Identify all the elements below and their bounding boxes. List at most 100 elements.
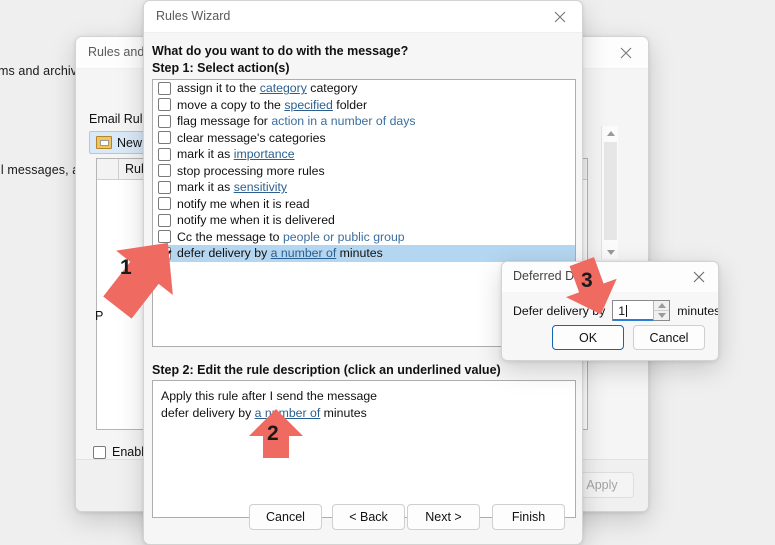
- rule-description-line-2-after: minutes: [320, 406, 367, 420]
- cancel-button[interactable]: Cancel: [633, 325, 705, 350]
- rules-wizard-footer: Cancel < Back Next > Finish: [144, 496, 582, 544]
- wizard-step2-label: Step 2: Edit the rule description (click…: [152, 363, 501, 377]
- action-checkbox[interactable]: [158, 213, 171, 227]
- deferred-delivery-buttons: OK Cancel: [502, 325, 718, 351]
- action-label-before: clear message's categories: [177, 130, 326, 145]
- action-label: Cc the message to people or public group: [177, 230, 405, 244]
- action-checkbox[interactable]: [158, 246, 171, 260]
- action-label: flag message for action in a number of d…: [177, 114, 416, 128]
- action-checkbox[interactable]: [158, 98, 171, 112]
- action-row[interactable]: Cc the message to people or public group: [153, 229, 575, 246]
- action-checkbox[interactable]: [158, 197, 171, 211]
- stepper-buttons[interactable]: [653, 301, 670, 320]
- scrollbar-thumb[interactable]: [604, 142, 617, 240]
- action-checkbox[interactable]: [158, 114, 171, 128]
- action-label-after: folder: [332, 97, 368, 112]
- action-row[interactable]: defer delivery by a number of minutes: [153, 245, 575, 262]
- action-value-link[interactable]: specified: [284, 98, 333, 112]
- back-button[interactable]: < Back: [332, 504, 405, 530]
- deferred-delivery-titlebar: Deferred D: [502, 262, 718, 292]
- partial-label-p: P: [95, 309, 104, 323]
- deferred-delivery-body: Defer delivery by 1 minutes OK Cancel: [502, 292, 718, 360]
- action-checkbox[interactable]: [158, 230, 171, 244]
- rules-list-header-checkbox-column: [97, 159, 119, 179]
- triangle-up-icon[interactable]: [602, 126, 619, 140]
- rule-description-line-1: Apply this rule after I send the message: [161, 389, 377, 403]
- action-label: notify me when it is read: [177, 197, 310, 211]
- spinner-down-icon[interactable]: [654, 311, 669, 320]
- action-label: notify me when it is delivered: [177, 213, 335, 227]
- action-label: defer delivery by a number of minutes: [177, 246, 383, 260]
- action-label-before: notify me when it is delivered: [177, 213, 335, 228]
- action-value-link[interactable]: importance: [234, 147, 295, 161]
- rules-wizard-title: Rules Wizard: [156, 9, 231, 23]
- action-label-before: assign it to the: [177, 81, 260, 96]
- triangle-down-icon[interactable]: [602, 245, 619, 259]
- action-value-link[interactable]: action in a number of days: [271, 114, 415, 128]
- action-row[interactable]: mark it as sensitivity: [153, 179, 575, 196]
- action-label-before: move a copy to the: [177, 97, 285, 112]
- action-value-link[interactable]: sensitivity: [234, 180, 287, 194]
- action-label-before: notify me when it is read: [177, 196, 310, 211]
- action-value-link[interactable]: category: [260, 81, 307, 95]
- screen: ms and archiv il messages, a Rules and A…: [0, 0, 775, 545]
- action-label: mark it as importance: [177, 147, 295, 161]
- action-label-before: defer delivery by: [177, 246, 271, 261]
- action-value-link[interactable]: a number of: [271, 246, 337, 260]
- defer-minutes-unit: minutes: [677, 303, 719, 318]
- close-icon[interactable]: [680, 262, 718, 291]
- defer-delivery-label: Defer delivery by: [513, 303, 606, 318]
- ok-button[interactable]: OK: [552, 325, 624, 350]
- rule-description-line-2: defer delivery by a number of minutes: [161, 405, 567, 422]
- actions-list: assign it to the category category move a…: [153, 80, 575, 262]
- new-rule-icon: [96, 136, 112, 149]
- action-row[interactable]: stop processing more rules: [153, 163, 575, 180]
- action-row[interactable]: assign it to the category category: [153, 80, 575, 97]
- action-label: stop processing more rules: [177, 164, 325, 178]
- action-row[interactable]: move a copy to the specified folder: [153, 97, 575, 114]
- defer-minutes-stepper[interactable]: 1: [612, 300, 671, 321]
- action-label: move a copy to the specified folder: [177, 98, 367, 112]
- rule-description-line-2-before: defer delivery by: [161, 406, 255, 420]
- action-row[interactable]: notify me when it is read: [153, 196, 575, 213]
- rules-list-scrollbar[interactable]: [601, 126, 618, 259]
- action-label-before: flag message for: [177, 114, 272, 129]
- close-icon[interactable]: [538, 1, 582, 32]
- close-icon[interactable]: [604, 37, 648, 68]
- deferred-delivery-dialog: Deferred D Defer delivery by 1 minutes O…: [501, 261, 719, 361]
- action-label-before: stop processing more rules: [177, 163, 325, 178]
- defer-delivery-row: Defer delivery by 1 minutes: [513, 300, 719, 321]
- action-checkbox[interactable]: [158, 131, 171, 145]
- action-value-link[interactable]: people or public group: [283, 230, 405, 244]
- rules-wizard-titlebar: Rules Wizard: [144, 1, 582, 33]
- next-button[interactable]: Next >: [407, 504, 480, 530]
- enable-rule-checkbox[interactable]: [93, 445, 106, 459]
- action-row[interactable]: flag message for action in a number of d…: [153, 113, 575, 130]
- text-caret: [626, 304, 628, 317]
- action-label: mark it as sensitivity: [177, 180, 287, 194]
- action-row[interactable]: mark it as importance: [153, 146, 575, 163]
- spinner-up-icon[interactable]: [654, 301, 670, 311]
- action-label: clear message's categories: [177, 131, 326, 145]
- wizard-step1-label: Step 1: Select action(s): [152, 61, 290, 75]
- finish-button[interactable]: Finish: [492, 504, 565, 530]
- rule-description-link[interactable]: a number of: [255, 406, 321, 420]
- deferred-delivery-title: Deferred D: [513, 269, 575, 283]
- action-checkbox[interactable]: [158, 180, 171, 194]
- action-label: assign it to the category category: [177, 81, 357, 95]
- defer-minutes-input[interactable]: 1: [613, 301, 654, 321]
- backdrop-text-line-2: il messages, a: [0, 163, 80, 177]
- action-label-after: minutes: [336, 246, 383, 261]
- action-checkbox[interactable]: [158, 147, 171, 161]
- action-checkbox[interactable]: [158, 81, 171, 95]
- action-label-before: mark it as: [177, 147, 234, 162]
- action-row[interactable]: notify me when it is delivered: [153, 212, 575, 229]
- action-label-before: Cc the message to: [177, 229, 283, 244]
- defer-minutes-value: 1: [618, 303, 626, 318]
- action-label-after: category: [306, 81, 358, 96]
- action-label-before: mark it as: [177, 180, 234, 195]
- cancel-button[interactable]: Cancel: [249, 504, 322, 530]
- wizard-question: What do you want to do with the message?: [152, 44, 409, 58]
- action-checkbox[interactable]: [158, 164, 171, 178]
- action-row[interactable]: clear message's categories: [153, 130, 575, 147]
